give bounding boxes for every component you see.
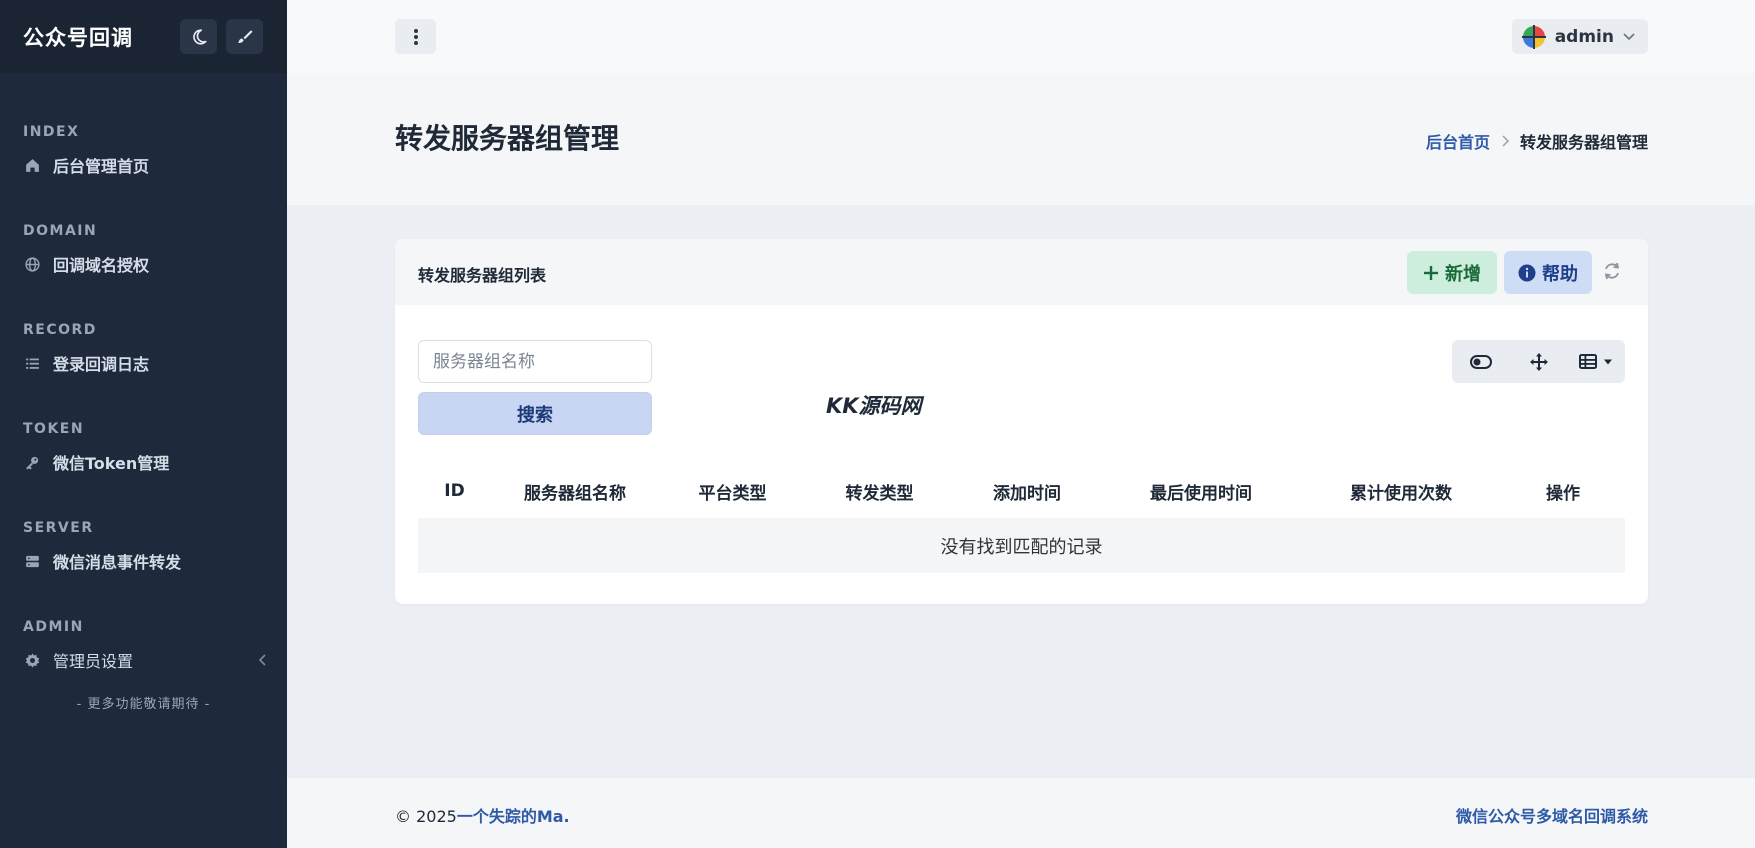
columns-button[interactable] <box>1567 340 1625 383</box>
column-header-last-used[interactable]: 最后使用时间 <box>1101 479 1301 504</box>
avatar <box>1521 24 1546 49</box>
key-icon <box>23 453 41 471</box>
list-icon <box>23 354 41 372</box>
sidebar-item-domain[interactable]: 回调域名授权 <box>0 242 287 286</box>
breadcrumb: 后台首页 转发服务器组管理 <box>1426 129 1648 153</box>
chevron-down-icon <box>1623 32 1635 40</box>
user-name: admin <box>1554 26 1614 47</box>
sidebar-item-label: 回调域名授权 <box>53 256 150 275</box>
more-vertical-icon <box>413 28 418 45</box>
breadcrumb-home-link[interactable]: 后台首页 <box>1426 129 1490 153</box>
server-icon <box>23 552 41 570</box>
column-header-actions: 操作 <box>1546 483 1580 504</box>
sidebar-item-label: 后台管理首页 <box>53 157 150 176</box>
toggle-view-button[interactable] <box>1452 340 1510 383</box>
card-header: 转发服务器组列表 新增 帮助 <box>395 239 1648 305</box>
breadcrumb-current: 转发服务器组管理 <box>1519 133 1648 152</box>
watermark-text: KK源码网 <box>826 394 922 418</box>
sidebar-item-label: 微信消息事件转发 <box>53 553 182 572</box>
page-footer: © 2025一个失踪的Ma. 微信公众号多域名回调系统 <box>287 778 1755 848</box>
add-button-label: 新增 <box>1445 263 1481 285</box>
sidebar-item-admin[interactable]: 管理员设置 <box>0 638 287 682</box>
fullscreen-button[interactable] <box>1510 340 1568 383</box>
sidebar-item-label: 管理员设置 <box>53 652 134 671</box>
sidebar-footer-note: - 更多功能敬请期待 - <box>76 697 211 712</box>
gear-icon <box>23 651 41 669</box>
search-button[interactable]: 搜索 <box>418 392 652 435</box>
nav-heading-token: TOKEN <box>23 421 85 437</box>
footer-copyright: © 2025一个失踪的Ma. <box>395 803 570 827</box>
author-link[interactable]: 一个失踪的Ma. <box>457 807 570 826</box>
brand-title[interactable]: 公众号回调 <box>23 22 133 52</box>
brush-icon <box>237 29 252 43</box>
chevron-left-icon <box>257 652 269 671</box>
add-button[interactable]: 新增 <box>1407 251 1497 294</box>
theme-button[interactable] <box>226 19 263 54</box>
sidebar-item-dashboard[interactable]: 后台管理首页 <box>0 143 287 187</box>
globe-icon <box>23 255 41 273</box>
table-empty-row: 没有找到匹配的记录 <box>418 518 1625 573</box>
nav-heading-domain: DOMAIN <box>23 223 98 239</box>
nav-heading-record: RECORD <box>23 322 97 338</box>
nav-heading-index: INDEX <box>23 124 80 140</box>
plus-icon <box>1424 265 1438 280</box>
page-header: 转发服务器组管理 后台首页 转发服务器组管理 <box>287 73 1755 205</box>
nav-heading-admin: ADMIN <box>23 619 84 635</box>
page-title: 转发服务器组管理 <box>395 122 620 155</box>
sidebar-item-label: 微信Token管理 <box>53 454 170 473</box>
home-icon <box>23 156 41 174</box>
server-group-card: 转发服务器组列表 新增 帮助 搜索 KK源码网 ID 服务器组名称 <box>395 239 1648 604</box>
chevron-right-icon <box>1500 134 1510 148</box>
column-header-forward-type[interactable]: 转发类型 <box>806 479 953 504</box>
sidebar-nav: INDEX 后台管理首页 DOMAIN 回调域名授权 RECORD 登录回调日志… <box>0 73 287 712</box>
sidebar-item-label: 登录回调日志 <box>53 355 150 374</box>
dark-mode-button[interactable] <box>180 19 217 54</box>
column-header-name[interactable]: 服务器组名称 <box>491 479 659 504</box>
table-toolbar <box>1452 340 1625 383</box>
help-button[interactable]: 帮助 <box>1504 251 1592 294</box>
user-menu-button[interactable]: admin <box>1511 19 1648 54</box>
moon-icon <box>192 28 207 45</box>
help-button-label: 帮助 <box>1542 263 1578 285</box>
topbar: admin <box>287 0 1755 73</box>
server-group-table: ID 服务器组名称 平台类型 转发类型 添加时间 最后使用时间 累计使用次数 操… <box>418 464 1625 573</box>
table-columns-icon <box>1579 354 1598 369</box>
footer-system-name[interactable]: 微信公众号多域名回调系统 <box>1456 803 1648 827</box>
column-header-id[interactable]: ID <box>418 481 491 501</box>
table-header: ID 服务器组名称 平台类型 转发类型 添加时间 最后使用时间 累计使用次数 操… <box>418 464 1625 518</box>
server-group-name-input[interactable] <box>418 340 652 383</box>
info-icon <box>1518 264 1536 281</box>
card-title: 转发服务器组列表 <box>418 266 547 285</box>
refresh-icon <box>1604 262 1620 280</box>
column-header-platform[interactable]: 平台类型 <box>659 479 806 504</box>
move-icon <box>1529 352 1548 371</box>
toggle-icon <box>1469 354 1492 369</box>
menu-toggle-button[interactable] <box>395 19 436 54</box>
sidebar-header: 公众号回调 <box>0 0 287 73</box>
copyright-text: © 2025 <box>395 807 457 826</box>
column-header-created[interactable]: 添加时间 <box>953 479 1101 504</box>
sidebar-item-server[interactable]: 微信消息事件转发 <box>0 539 287 583</box>
sidebar-item-record[interactable]: 登录回调日志 <box>0 341 287 385</box>
sidebar-item-token[interactable]: 微信Token管理 <box>0 440 287 484</box>
nav-heading-server: SERVER <box>23 520 94 536</box>
sidebar: 公众号回调 INDEX 后台管理首页 DOMAIN 回调域名授权 RECORD … <box>0 0 287 848</box>
caret-down-icon <box>1604 359 1613 364</box>
refresh-button[interactable] <box>1602 261 1622 285</box>
column-header-usage-count[interactable]: 累计使用次数 <box>1301 479 1501 504</box>
